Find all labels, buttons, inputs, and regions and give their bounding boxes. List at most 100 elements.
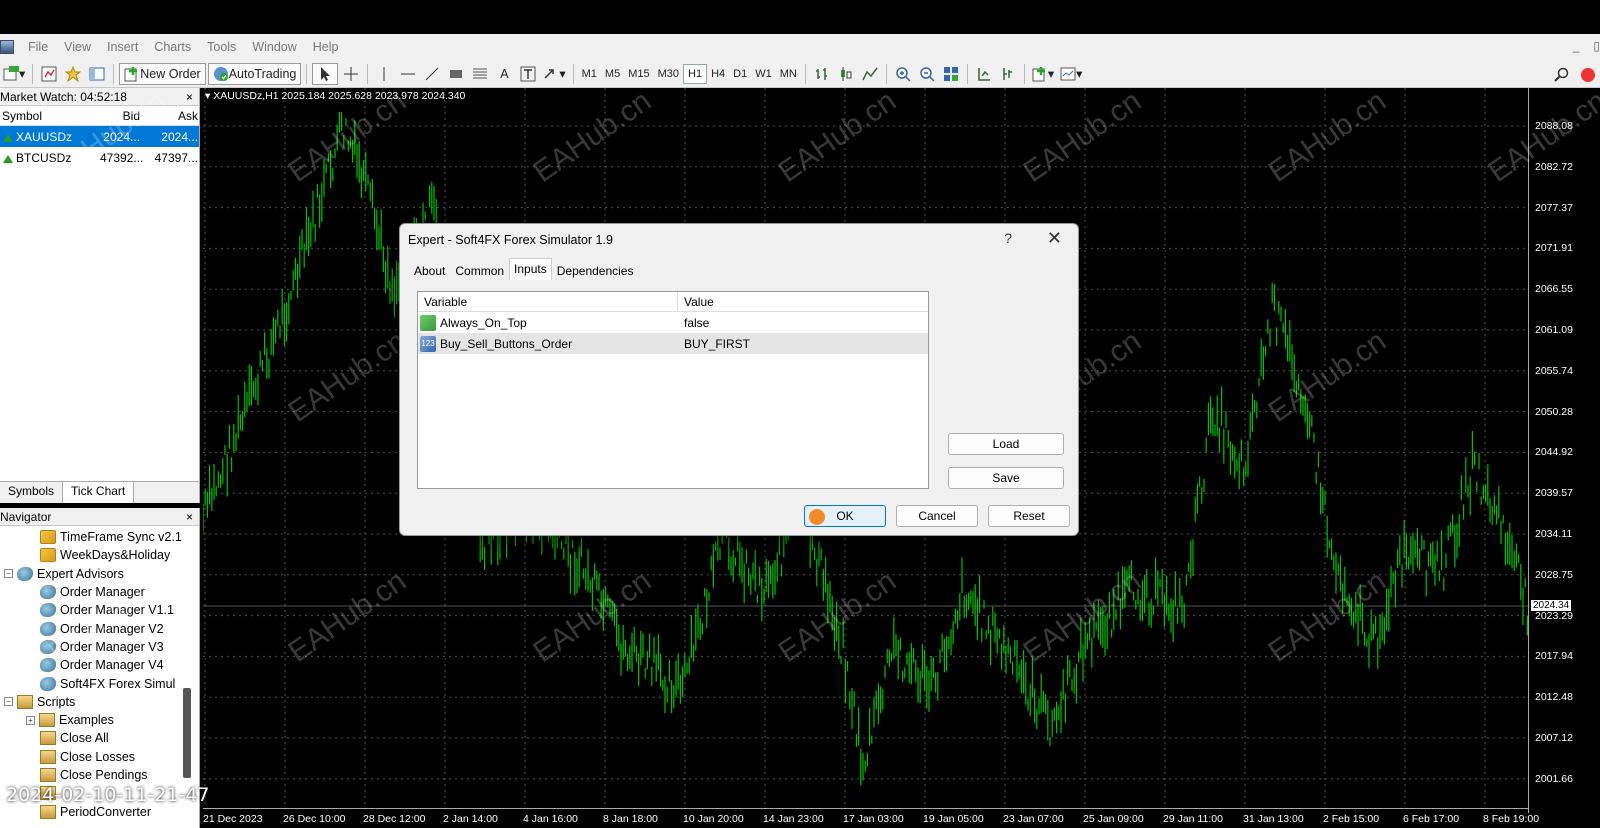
menu-file[interactable]: File — [20, 40, 56, 54]
navigator-item[interactable]: − Scripts — [0, 693, 199, 711]
tab-dependencies[interactable]: Dependencies — [552, 260, 639, 282]
fibonacci-tool[interactable] — [469, 63, 491, 85]
menu-window[interactable]: Window — [244, 40, 304, 54]
navigator-item[interactable]: Order Manager V3 — [0, 638, 199, 656]
new-chart-button[interactable]: ▾ — [1, 63, 27, 85]
navigator-item[interactable]: + Examples — [0, 711, 199, 729]
navigator-item[interactable]: Close Pendings — [0, 766, 199, 784]
navigator-item[interactable]: Order Manager V2 — [0, 619, 199, 637]
menu-help[interactable]: Help — [305, 40, 347, 54]
tile-windows-button[interactable] — [940, 63, 962, 85]
autoscroll-button[interactable] — [997, 63, 1019, 85]
line-chart-button[interactable] — [859, 63, 881, 85]
column-symbol[interactable]: Symbol — [0, 109, 100, 123]
trendline-tool[interactable] — [421, 63, 443, 85]
navigator-close-button[interactable]: × — [186, 510, 193, 524]
help-button[interactable]: ? — [1004, 230, 1012, 246]
bar-chart-button[interactable] — [811, 63, 833, 85]
save-button[interactable]: Save — [948, 467, 1064, 489]
autotrading-button[interactable]: AutoTrading — [207, 62, 302, 85]
new-order-label: New Order — [140, 66, 201, 81]
timeframe-d1[interactable]: D1 — [729, 64, 751, 84]
crosshair-tool[interactable] — [340, 63, 362, 85]
timeframe-m15[interactable]: M15 — [624, 64, 653, 84]
input-row[interactable]: Always_On_Top false — [418, 312, 928, 333]
search-button[interactable] — [1551, 64, 1573, 86]
terminal-toggle[interactable] — [86, 63, 108, 85]
column-ask[interactable]: Ask — [140, 109, 198, 123]
text-label-tool[interactable] — [517, 63, 539, 85]
timeframe-m5[interactable]: M5 — [601, 64, 624, 84]
load-button[interactable]: Load — [948, 433, 1064, 455]
menu-insert[interactable]: Insert — [99, 40, 146, 54]
community-button[interactable] — [1577, 64, 1599, 86]
navigator-item[interactable]: Soft4FX Forex Simul — [0, 674, 199, 692]
collapse-icon[interactable]: − — [4, 697, 13, 707]
navigator-item[interactable]: Close Losses — [0, 748, 199, 766]
tab-symbols[interactable]: Symbols — [0, 482, 64, 503]
tab-about[interactable]: About — [409, 260, 450, 282]
price-tick-label: 2061.09 — [1535, 324, 1573, 336]
candlestick-button[interactable] — [835, 63, 857, 85]
vertical-line-tool[interactable] — [373, 63, 395, 85]
market-watch-row[interactable]: BTCUSDz 47392... 47397... — [0, 147, 199, 168]
ea-icon — [40, 658, 56, 673]
navigator-item[interactable]: TimeFrame Sync v2.1 — [0, 528, 199, 546]
ok-button[interactable]: OK — [804, 505, 886, 527]
price-axis[interactable]: 2088.08 2082.72 2077.37 2071.91 2066.55 2061.… — [1528, 88, 1600, 813]
navigator-toggle[interactable] — [62, 63, 84, 85]
input-value[interactable]: false — [678, 316, 928, 330]
cancel-button[interactable]: Cancel — [896, 505, 978, 527]
new-order-button[interactable]: New Order — [119, 62, 206, 85]
time-tick-label: 19 Jan 05:00 — [923, 813, 984, 825]
menu-tools[interactable]: Tools — [199, 40, 244, 54]
column-variable[interactable]: Variable — [418, 292, 678, 311]
tab-tick-chart[interactable]: Tick Chart — [63, 482, 135, 503]
timeframe-h1[interactable]: H1 — [683, 63, 708, 84]
input-value[interactable]: BUY_FIRST — [678, 337, 928, 351]
navigator-item[interactable]: Order Manager V1.1 — [0, 601, 199, 619]
menu-charts[interactable]: Charts — [146, 40, 199, 54]
zoom-in-button[interactable] — [892, 63, 914, 85]
reset-button[interactable]: Reset — [988, 505, 1070, 527]
menu-view[interactable]: View — [56, 40, 99, 54]
zoom-out-button[interactable] — [916, 63, 938, 85]
market-watch-row[interactable]: XAUUSDz 2024... 2024... — [0, 126, 199, 147]
video-black-bar — [0, 0, 1600, 34]
timeframe-w1[interactable]: W1 — [751, 64, 776, 84]
navigator-scrollbar[interactable] — [183, 688, 191, 778]
collapse-icon[interactable]: − — [4, 569, 13, 579]
minimize-button[interactable]: _ — [1573, 39, 1580, 53]
input-row[interactable]: 123 Buy_Sell_Buttons_Order BUY_FIRST — [418, 333, 928, 354]
timeframe-m30[interactable]: M30 — [654, 64, 683, 84]
navigator-item[interactable]: Order Manager V4 — [0, 656, 199, 674]
expand-icon[interactable]: + — [26, 715, 35, 725]
horizontal-line-tool[interactable] — [397, 63, 419, 85]
navigator-item[interactable]: WeekDays&Holiday — [0, 546, 199, 564]
restore-button[interactable]: ▯ — [1593, 39, 1600, 53]
timeframe-mn[interactable]: MN — [776, 64, 801, 84]
navigator-item[interactable]: Order Manager — [0, 583, 199, 601]
market-watch-close-button[interactable]: × — [186, 90, 193, 104]
market-watch-toggle[interactable] — [38, 63, 60, 85]
navigator-item[interactable]: Close All — [0, 729, 199, 747]
dialog-close-button[interactable]: ✕ — [1047, 228, 1062, 249]
price-tick-label: 2039.57 — [1535, 487, 1573, 500]
tab-inputs[interactable]: Inputs — [509, 258, 552, 280]
indicators-button[interactable]: ▾ — [1030, 63, 1056, 85]
horizontal-line-icon — [401, 73, 416, 74]
cursor-tool[interactable] — [312, 62, 339, 85]
tab-common[interactable]: Common — [450, 260, 509, 282]
navigator-item[interactable]: − Expert Advisors — [0, 565, 199, 583]
column-value[interactable]: Value — [678, 295, 928, 309]
time-axis[interactable]: 21 Dec 2023 26 Dec 10:00 28 Dec 12:00 2 Jan… — [203, 808, 1539, 828]
chart-shift-button[interactable] — [973, 63, 995, 85]
timeframe-h4[interactable]: H4 — [707, 64, 729, 84]
channel-tool[interactable] — [445, 63, 467, 85]
text-tool[interactable]: A — [493, 63, 515, 85]
timeframe-m1[interactable]: M1 — [578, 64, 601, 84]
templates-button[interactable]: ▾ — [1058, 63, 1084, 85]
column-bid[interactable]: Bid — [100, 109, 140, 123]
arrows-tool[interactable]: ▾ — [541, 63, 567, 85]
templates-icon — [1060, 67, 1076, 80]
